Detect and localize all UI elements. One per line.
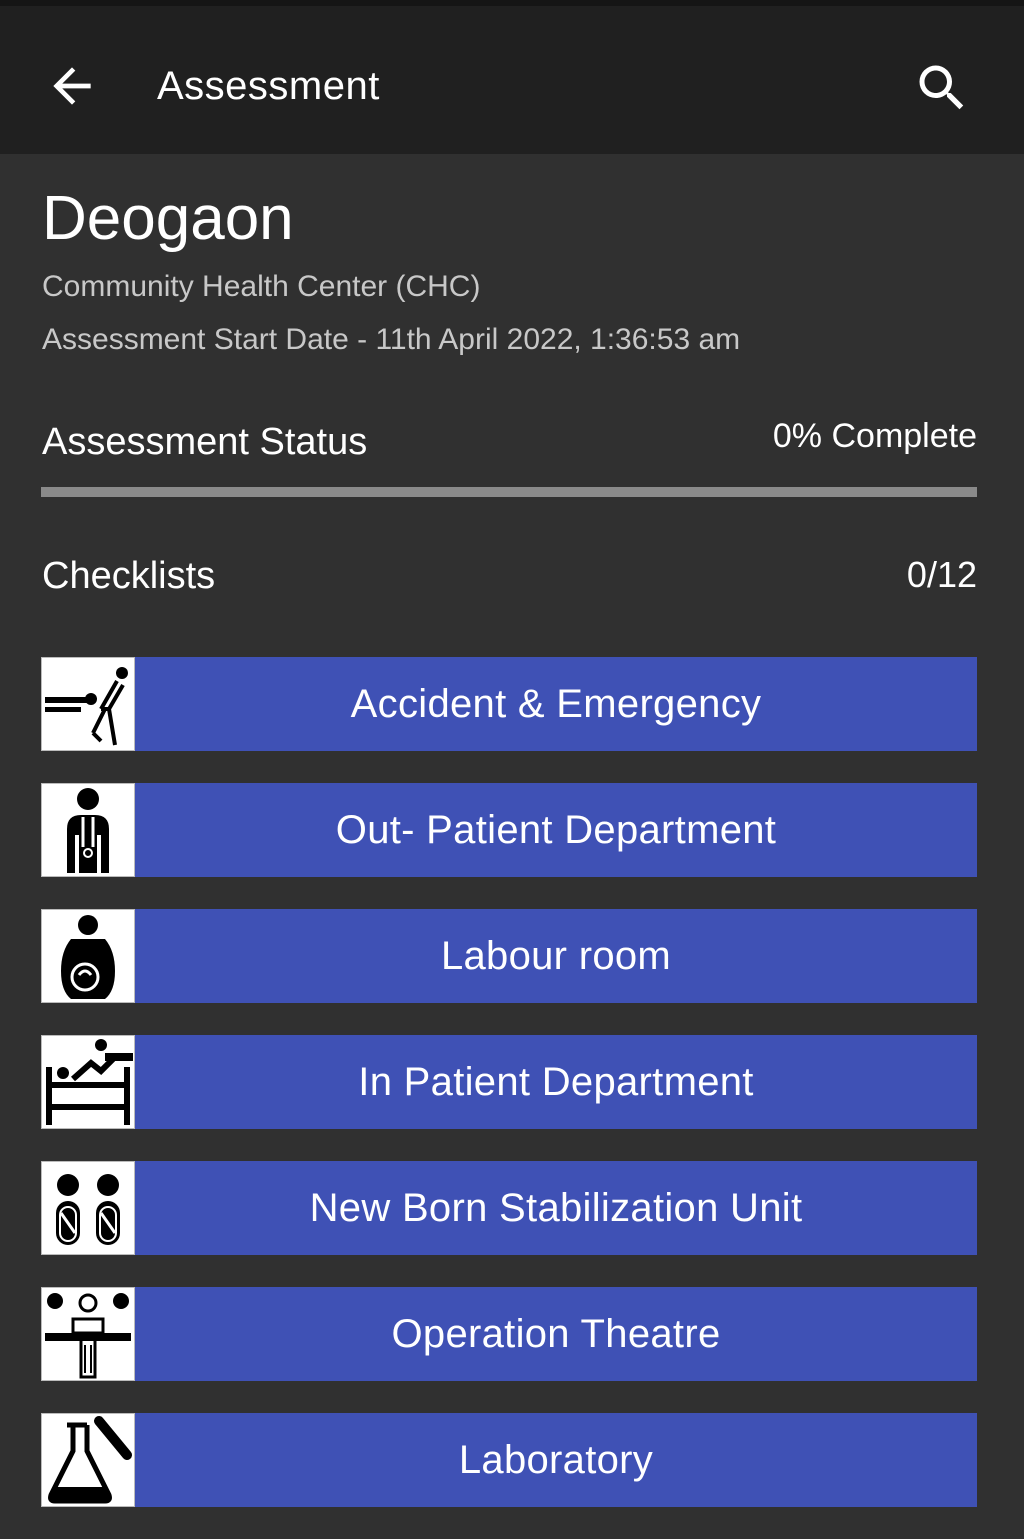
checklist-item-label: Out- Patient Department: [135, 783, 977, 877]
checklist-item-label: Operation Theatre: [135, 1287, 977, 1381]
surgery-icon: [41, 1287, 135, 1381]
checklists-count: 0/12: [906, 554, 977, 595]
status-value: 0% Complete: [772, 417, 977, 455]
arrow-left-icon[interactable]: [44, 58, 100, 114]
checklist-item-newborn[interactable]: New Born Stabilization Unit: [41, 1161, 977, 1255]
assessment-start-date: Assessment Start Date - 11th April 2022,…: [42, 323, 741, 356]
checklist-item-opd[interactable]: Out- Patient Department: [41, 783, 977, 877]
facility-type: Community Health Center (CHC): [42, 270, 481, 303]
status-label: Assessment Status: [42, 421, 368, 463]
newborn-icon: [41, 1161, 135, 1255]
checklist-item-label: New Born Stabilization Unit: [135, 1161, 977, 1255]
checklist-item-label: Laboratory: [135, 1413, 977, 1507]
checklists-label: Checklists: [42, 555, 216, 597]
emergency-icon: [41, 657, 135, 751]
checklist-item-label: In Patient Department: [135, 1035, 977, 1129]
search-icon[interactable]: [912, 58, 972, 118]
lab-flask-icon: [41, 1413, 135, 1507]
page-title: Assessment: [157, 64, 380, 108]
checklist-item-operation-theatre[interactable]: Operation Theatre: [41, 1287, 977, 1381]
checklist-item-laboratory[interactable]: Laboratory: [41, 1413, 977, 1507]
app-bar: Assessment: [0, 0, 1024, 154]
doctor-icon: [41, 783, 135, 877]
checklist-item-label: Labour room: [135, 909, 977, 1003]
progress-bar: [41, 487, 977, 497]
hospital-bed-icon: [41, 1035, 135, 1129]
checklist-item-labour-room[interactable]: Labour room: [41, 909, 977, 1003]
checklist-item-accident-emergency[interactable]: Accident & Emergency: [41, 657, 977, 751]
checklist-list: Accident & Emergency Out- Patient Depart…: [41, 657, 977, 1539]
checklist-item-label: Accident & Emergency: [135, 657, 977, 751]
facility-name: Deogaon: [42, 184, 294, 253]
pregnant-woman-icon: [41, 909, 135, 1003]
checklist-item-ipd[interactable]: In Patient Department: [41, 1035, 977, 1129]
